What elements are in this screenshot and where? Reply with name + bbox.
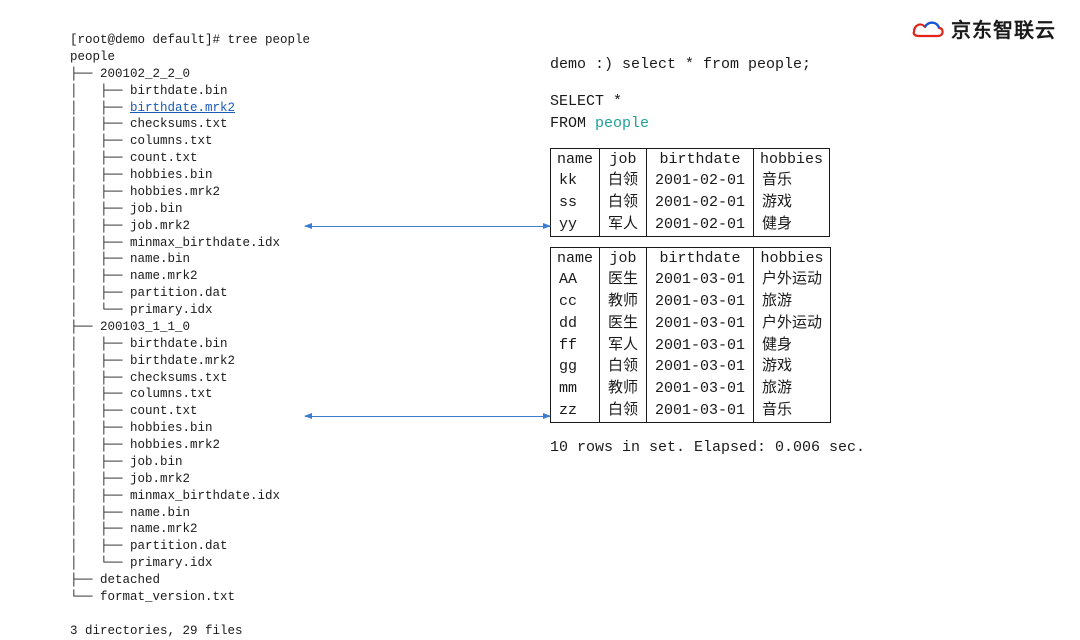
- cell: 白领: [600, 192, 647, 214]
- column-header: name: [551, 247, 600, 269]
- cell: 旅游: [754, 291, 831, 313]
- arrow-connector-2: [305, 416, 550, 417]
- column-header: name: [551, 148, 600, 170]
- cell: zz: [551, 400, 600, 422]
- cell: dd: [551, 313, 600, 335]
- arrow-connector-1: [305, 226, 550, 227]
- table-row: ff军人2001-03-01健身: [551, 335, 831, 357]
- table-row: dd医生2001-03-01户外运动: [551, 313, 831, 335]
- brand-logo: 京东智联云: [911, 18, 1056, 46]
- cell: 2001-03-01: [647, 269, 754, 291]
- brand-name: 京东智联云: [951, 18, 1056, 45]
- cell: 2001-02-01: [647, 214, 754, 236]
- cell: 户外运动: [754, 313, 831, 335]
- cell: cc: [551, 291, 600, 313]
- cell: 2001-03-01: [647, 291, 754, 313]
- result-table: namejobbirthdatehobbieskk白领2001-02-01音乐s…: [550, 148, 830, 237]
- cell: 2001-02-01: [647, 192, 754, 214]
- cell: 2001-03-01: [647, 356, 754, 378]
- table-row: kk白领2001-02-01音乐: [551, 170, 830, 192]
- logo-icon: [911, 18, 945, 46]
- table-row: gg白领2001-03-01游戏: [551, 356, 831, 378]
- from-table: people: [595, 115, 649, 132]
- table-row: yy军人2001-02-01健身: [551, 214, 830, 236]
- sql-block: SELECT * FROM people: [550, 91, 1020, 136]
- column-header: birthdate: [647, 247, 754, 269]
- result-table: namejobbirthdatehobbiesAA医生2001-03-01户外运…: [550, 247, 831, 423]
- table-row: cc教师2001-03-01旅游: [551, 291, 831, 313]
- column-header: birthdate: [647, 148, 754, 170]
- cell: 教师: [600, 378, 647, 400]
- cell: 2001-03-01: [647, 313, 754, 335]
- cell: 音乐: [754, 170, 830, 192]
- column-header: hobbies: [754, 247, 831, 269]
- cell: 2001-03-01: [647, 400, 754, 422]
- select-cols: *: [613, 93, 622, 110]
- cell: 军人: [600, 214, 647, 236]
- cell: 音乐: [754, 400, 831, 422]
- from-kw: FROM: [550, 115, 586, 132]
- column-header: job: [600, 148, 647, 170]
- tree-output: [root@demo default]# tree people people …: [70, 32, 440, 585]
- cell: gg: [551, 356, 600, 378]
- cell: ff: [551, 335, 600, 357]
- select-kw: SELECT: [550, 93, 604, 110]
- cell: 户外运动: [754, 269, 831, 291]
- table-row: zz白领2001-03-01音乐: [551, 400, 831, 422]
- cell: AA: [551, 269, 600, 291]
- cell: kk: [551, 170, 600, 192]
- cell: 健身: [754, 214, 830, 236]
- cell: 2001-03-01: [647, 378, 754, 400]
- query-panel: demo :) select * from people; SELECT * F…: [440, 32, 1020, 585]
- cell: 游戏: [754, 356, 831, 378]
- cli-line: demo :) select * from people;: [550, 54, 1020, 77]
- cell: yy: [551, 214, 600, 236]
- cell: mm: [551, 378, 600, 400]
- cell: 医生: [600, 269, 647, 291]
- cell: 2001-02-01: [647, 170, 754, 192]
- column-header: hobbies: [754, 148, 830, 170]
- result-tables: namejobbirthdatehobbieskk白领2001-02-01音乐s…: [550, 148, 1020, 423]
- table-row: mm教师2001-03-01旅游: [551, 378, 831, 400]
- cell: 白领: [600, 170, 647, 192]
- cell: ss: [551, 192, 600, 214]
- cell: 白领: [600, 400, 647, 422]
- cell: 教师: [600, 291, 647, 313]
- rows-summary: 10 rows in set. Elapsed: 0.006 sec.: [550, 437, 1020, 460]
- cell: 旅游: [754, 378, 831, 400]
- table-row: AA医生2001-03-01户外运动: [551, 269, 831, 291]
- cell: 游戏: [754, 192, 830, 214]
- column-header: job: [600, 247, 647, 269]
- cell: 健身: [754, 335, 831, 357]
- cell: 白领: [600, 356, 647, 378]
- cell: 医生: [600, 313, 647, 335]
- cell: 军人: [600, 335, 647, 357]
- table-row: ss白领2001-02-01游戏: [551, 192, 830, 214]
- cell: 2001-03-01: [647, 335, 754, 357]
